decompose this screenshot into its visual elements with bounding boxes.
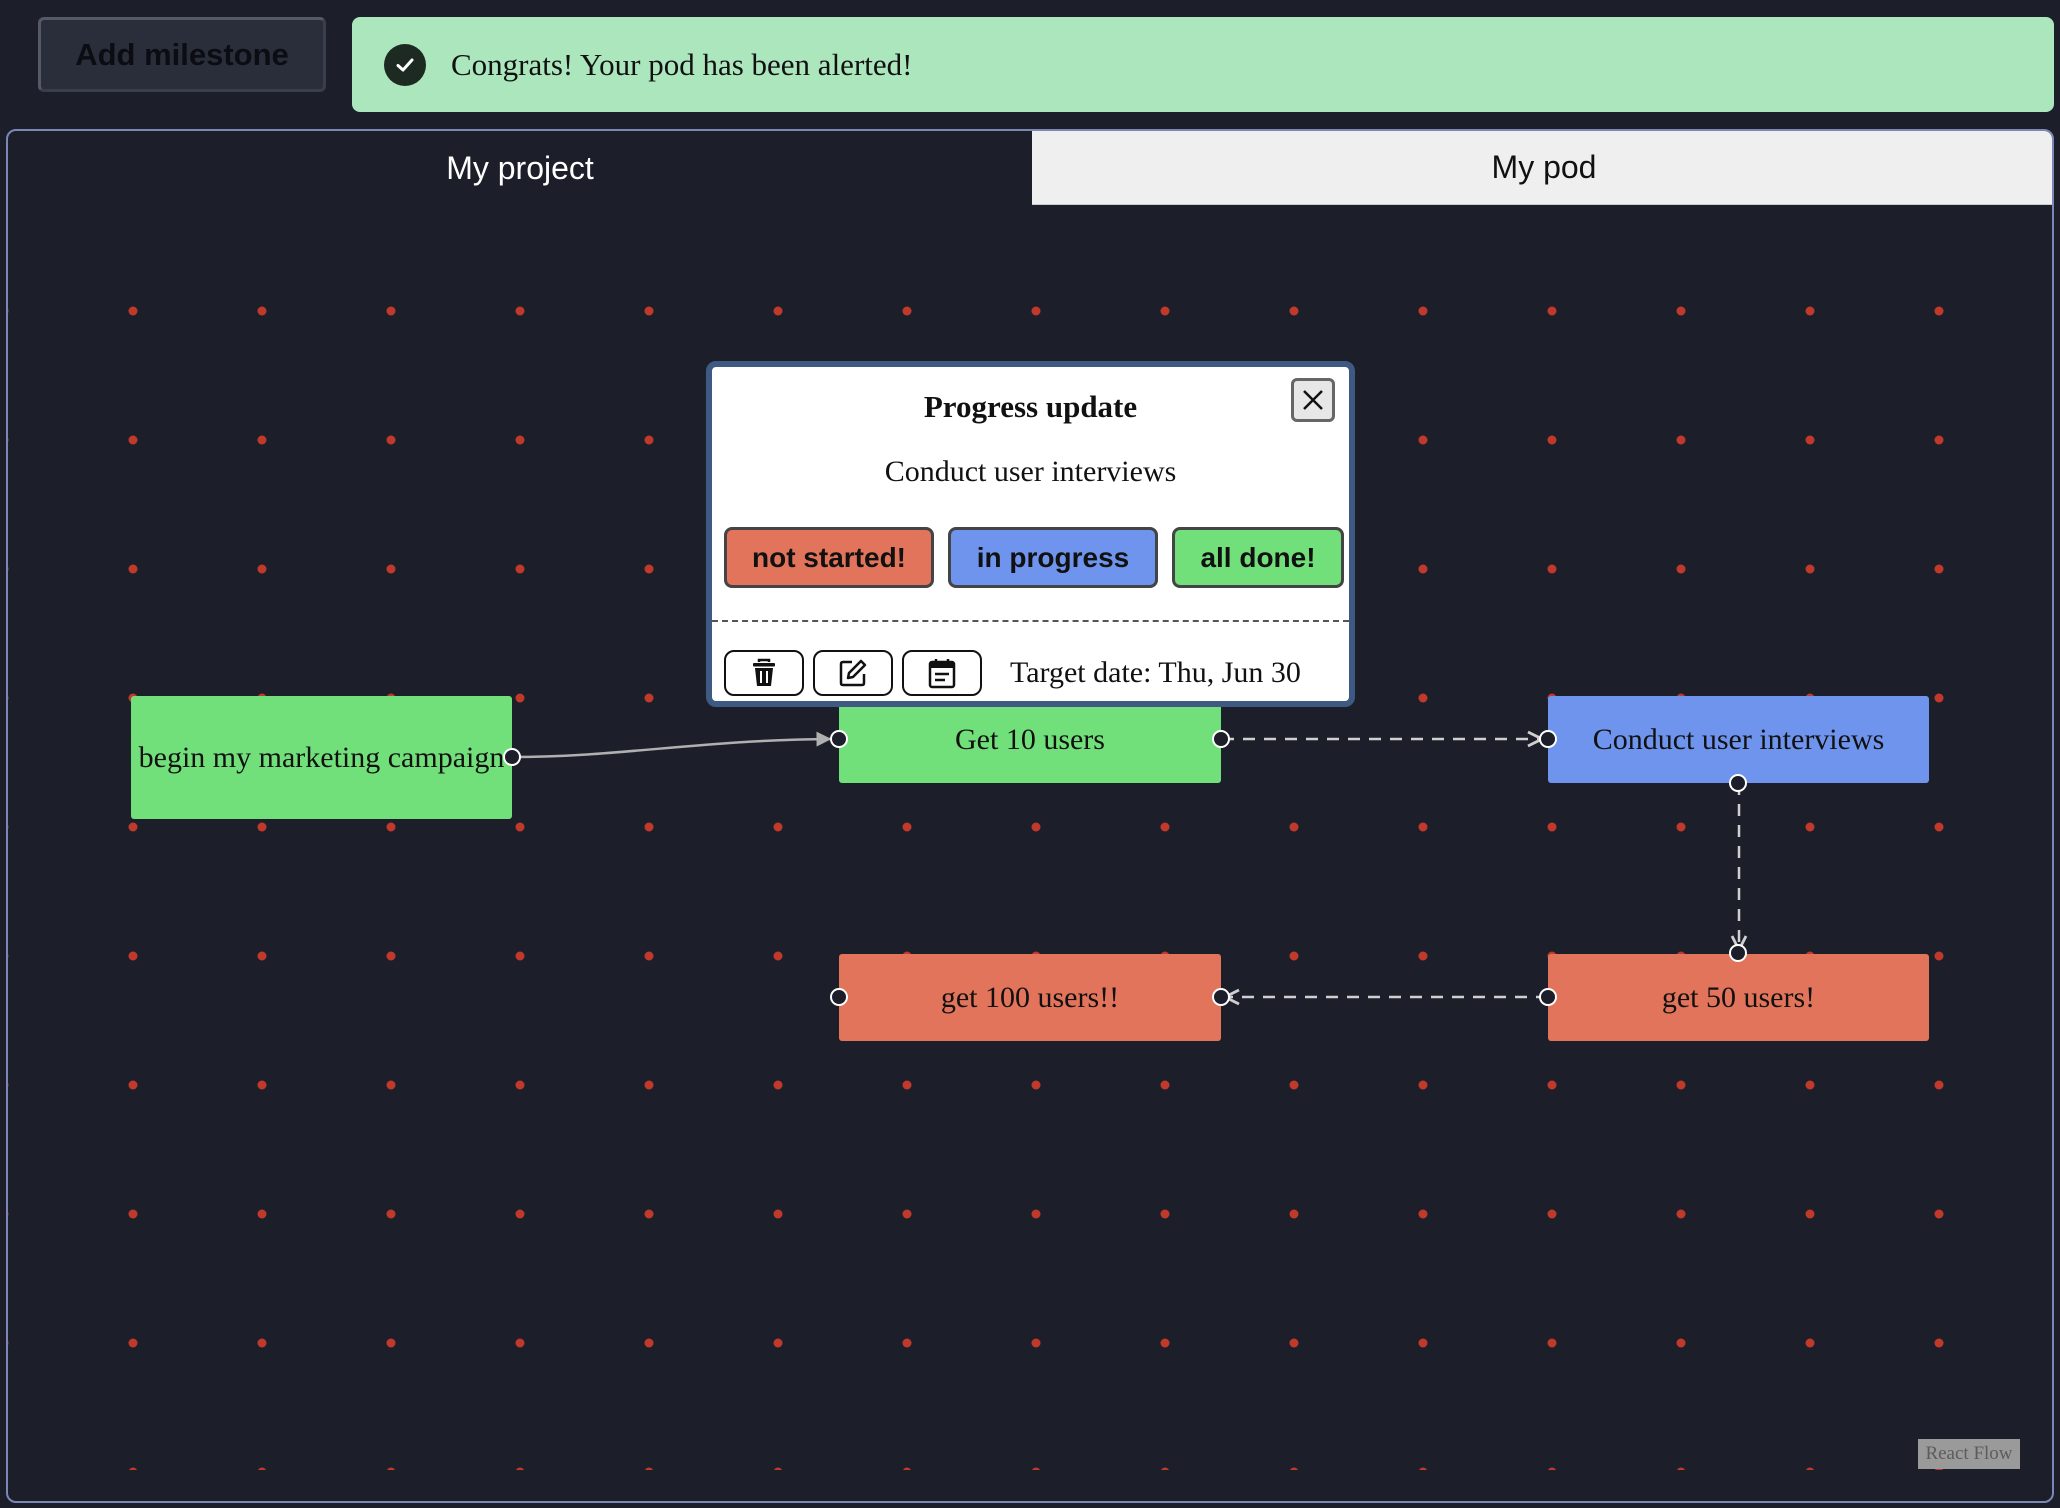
node-get-100-users[interactable]: get 100 users!! xyxy=(839,954,1221,1041)
node-begin-marketing-campaign[interactable]: begin my marketing campaign xyxy=(131,696,512,819)
node-get-50-users[interactable]: get 50 users! xyxy=(1548,954,1929,1041)
node-label: begin my marketing campaign xyxy=(138,741,505,774)
edit-icon xyxy=(839,659,867,687)
edit-button[interactable] xyxy=(813,650,893,696)
milestone-name: Conduct user interviews xyxy=(884,455,1177,488)
react-flow-attribution[interactable]: React Flow xyxy=(1918,1439,2020,1469)
node-label: get 50 users! xyxy=(1661,981,1816,1014)
handle-marketing-source[interactable] xyxy=(503,748,521,766)
node-label: get 100 users!! xyxy=(940,981,1120,1014)
modal-divider xyxy=(712,620,1349,622)
handle-get10-target[interactable] xyxy=(830,730,848,748)
node-label: Conduct user interviews xyxy=(1592,723,1885,756)
node-label: Get 10 users xyxy=(955,723,1105,756)
all-done-button[interactable]: all done! xyxy=(1172,527,1344,588)
handle-get50-target[interactable] xyxy=(1729,944,1747,962)
node-get-10-users[interactable]: Get 10 users xyxy=(839,696,1221,783)
progress-update-modal: Progress update Conduct user interviews … xyxy=(706,361,1355,707)
node-conduct-user-interviews[interactable]: Conduct user interviews xyxy=(1548,696,1929,783)
handle-get100-target[interactable] xyxy=(1212,988,1230,1006)
in-progress-button[interactable]: in progress xyxy=(948,527,1158,588)
calendar-button[interactable] xyxy=(902,650,982,696)
trash-icon xyxy=(753,658,775,686)
target-date: Target date: Thu, Jun 30 xyxy=(1010,656,1301,689)
calendar-icon xyxy=(928,659,956,689)
not-started-button[interactable]: not started! xyxy=(724,527,934,588)
handle-get100-source[interactable] xyxy=(830,988,848,1006)
handle-interviews-target[interactable] xyxy=(1539,730,1557,748)
handle-interviews-source[interactable] xyxy=(1729,774,1747,792)
handle-get50-source[interactable] xyxy=(1539,988,1557,1006)
handle-get10-source[interactable] xyxy=(1212,730,1230,748)
close-icon xyxy=(1303,390,1323,410)
delete-button[interactable] xyxy=(724,650,804,696)
modal-title: Progress update xyxy=(923,389,1138,424)
close-button[interactable] xyxy=(1291,378,1335,422)
